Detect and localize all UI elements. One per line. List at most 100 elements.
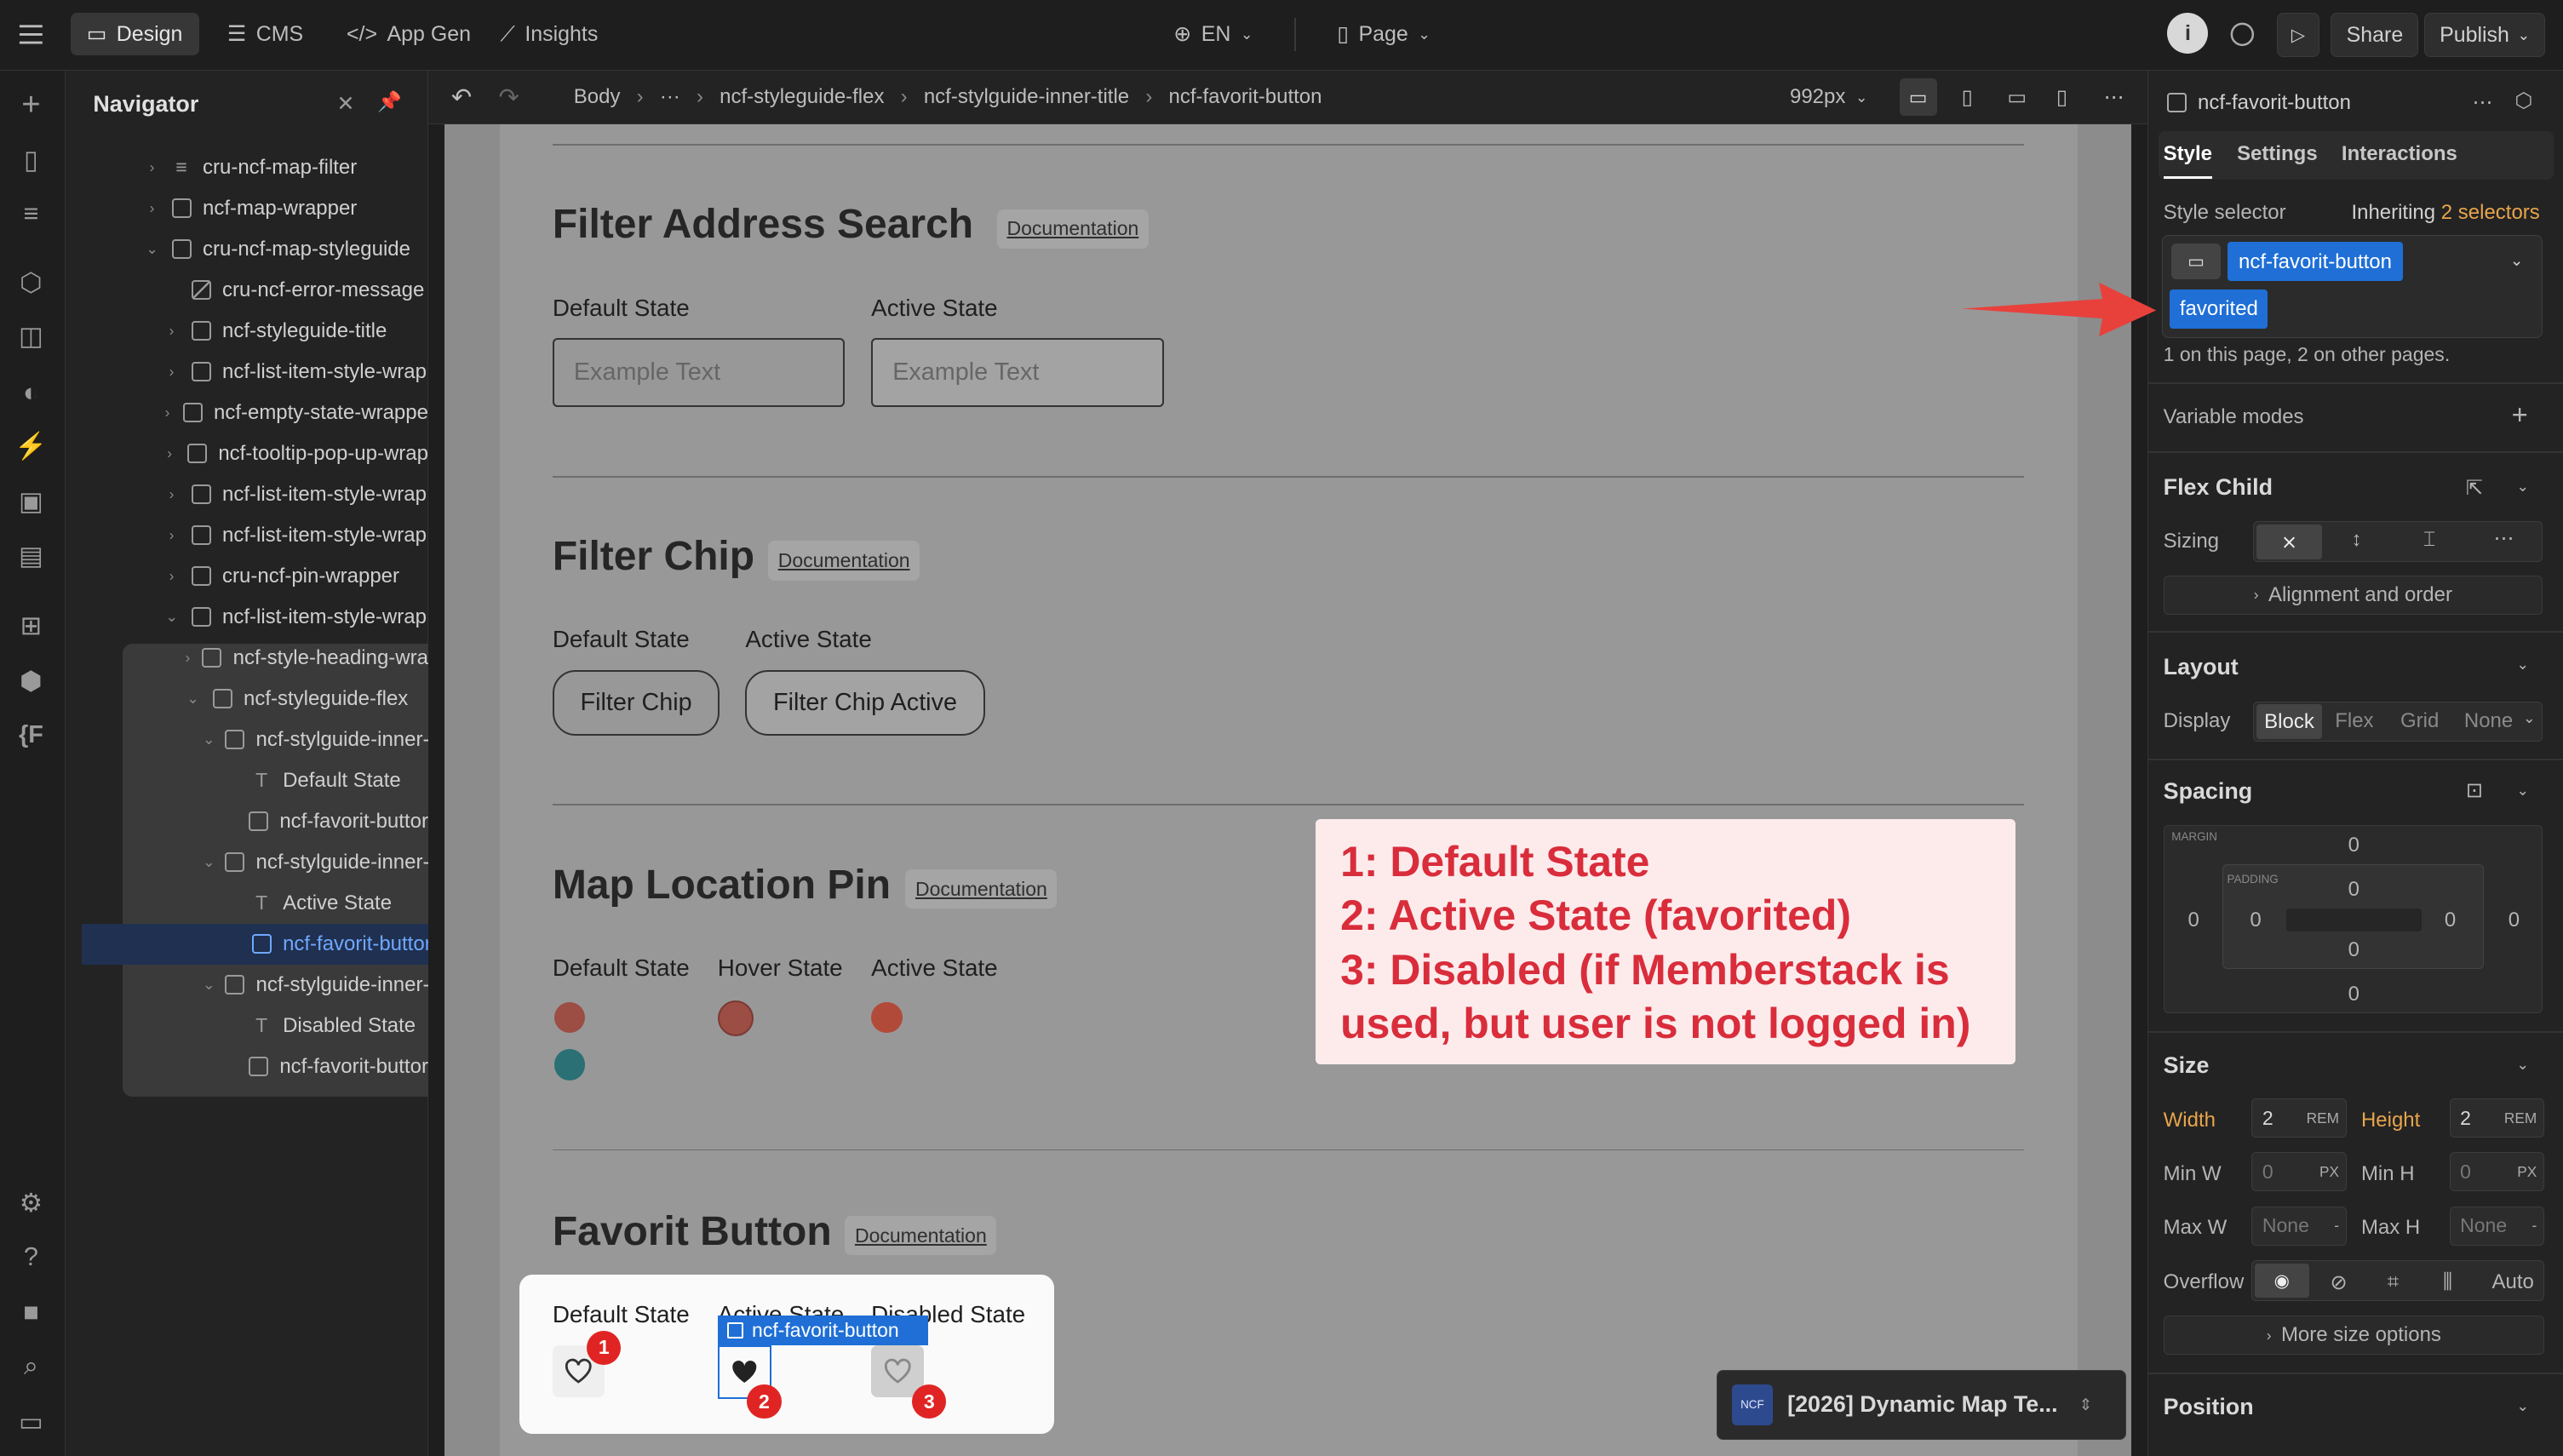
max-width-field[interactable]: None -	[2251, 1206, 2347, 1246]
phone-breakpoint-icon[interactable]: ▯	[2056, 71, 2067, 124]
navigator-item[interactable]: cru-ncf-error-message	[66, 270, 428, 311]
navigator-icon[interactable]: ≡	[13, 196, 49, 232]
max-height-field[interactable]: None -	[2449, 1206, 2544, 1246]
width-unit[interactable]: REM	[2307, 1109, 2339, 1127]
shrink-icon[interactable]: ⨯	[2256, 525, 2322, 559]
spacing-icon[interactable]: ⊡	[2466, 778, 2483, 803]
chevron-icon[interactable]: ›	[162, 567, 181, 585]
chevron-icon[interactable]: ›	[183, 649, 192, 667]
flex-child-heading[interactable]: Flex Child	[2164, 474, 2273, 501]
navigator-item[interactable]: › ncf-list-item-style-wrap	[66, 474, 428, 515]
crumb-more[interactable]: ···	[660, 85, 680, 109]
scroll-icon[interactable]: ⌗	[2388, 1270, 2400, 1294]
navigator-item[interactable]: › ncf-style-heading-wra	[66, 638, 427, 679]
navigator-item[interactable]: ncf-favorit-buttor	[66, 1046, 428, 1087]
chevron-icon[interactable]: ›	[162, 322, 181, 340]
max-width-unit[interactable]: -	[2334, 1217, 2339, 1235]
chevron-icon[interactable]: ⌄	[183, 690, 203, 708]
margin-left-value[interactable]: 0	[2187, 909, 2199, 932]
chevron-icon[interactable]: ›	[162, 404, 173, 421]
avatar[interactable]: i	[2167, 13, 2209, 54]
map-pin-default-alt[interactable]	[553, 1049, 586, 1081]
tab-app-gen[interactable]: </> App Gen	[330, 13, 487, 55]
tab-insights[interactable]: ⟋ Insights	[484, 13, 614, 55]
more-icon[interactable]: ⋯	[2493, 526, 2514, 551]
tab-style[interactable]: Style	[2163, 142, 2212, 179]
overflow-auto-option[interactable]: Auto	[2492, 1270, 2534, 1294]
min-height-field[interactable]: 0 PX	[2449, 1152, 2544, 1192]
variables-icon[interactable]: ◐	[13, 375, 49, 410]
project-badge[interactable]: NCF [2026] Dynamic Map Te... ⇕	[1716, 1369, 2127, 1441]
chevron-down-icon[interactable]: ⌄	[2516, 478, 2528, 496]
navigator-item[interactable]: › ncf-map-wrapper	[66, 188, 428, 229]
more-icon[interactable]: ⋯	[2104, 71, 2124, 124]
class-tag-combo[interactable]: favorited	[2170, 289, 2268, 329]
navigator-item[interactable]: ⌄ ncf-stylguide-inner-	[66, 719, 428, 760]
display-flex-option[interactable]: Flex	[2335, 709, 2373, 733]
page-selector[interactable]: ▯ Page ⌄	[1321, 13, 1447, 55]
chevron-icon[interactable]: ⌄	[203, 731, 215, 748]
padding-top-value[interactable]: 0	[2348, 878, 2359, 902]
chevron-down-icon[interactable]: ⌄	[2516, 782, 2528, 800]
crumb-inner-title[interactable]: ncf-stylguide-inner-title	[924, 85, 1129, 109]
assets-icon[interactable]: ▣	[13, 484, 49, 519]
navigator-item[interactable]: T Default State	[66, 760, 428, 801]
display-block-option[interactable]: Block	[2256, 704, 2322, 739]
min-width-unit[interactable]: PX	[2319, 1163, 2339, 1181]
chevron-icon[interactable]: ⌄	[203, 853, 215, 871]
max-height-unit[interactable]: -	[2532, 1217, 2537, 1235]
padding-right-value[interactable]: 0	[2445, 909, 2456, 932]
navigator-item[interactable]: › cru-ncf-pin-wrapper	[66, 556, 428, 597]
class-tag-primary[interactable]: ncf-favorit-button	[2227, 242, 2404, 282]
address-search-input-active[interactable]: Example Text	[871, 338, 1164, 407]
none-icon[interactable]: ⌶	[2423, 528, 2435, 552]
chevron-icon[interactable]: ⌄	[162, 608, 181, 626]
apps-icon[interactable]: ⊞	[13, 608, 49, 644]
chevron-icon[interactable]: ›	[142, 199, 162, 217]
add-icon[interactable]: +	[13, 86, 49, 123]
filter-chip-active[interactable]: Filter Chip Active	[745, 670, 985, 736]
navigator-item[interactable]: › ncf-list-item-style-wrap	[66, 515, 428, 556]
breakpoint-width[interactable]: 992px ⌄	[1790, 71, 1867, 124]
clip-icon[interactable]: ⫼	[2443, 1270, 2452, 1294]
chevron-icon[interactable]: ⌄	[203, 976, 215, 994]
navigator-item[interactable]: ⌄ ncf-list-item-style-wrap	[66, 597, 428, 638]
tab-interactions[interactable]: Interactions	[2342, 142, 2457, 166]
map-pin-hover[interactable]	[717, 1000, 754, 1037]
landscape-breakpoint-icon[interactable]: ▭	[2007, 71, 2027, 124]
navigator-item[interactable]: ⌄ cru-ncf-map-styleguide	[66, 229, 428, 270]
desktop-breakpoint-icon[interactable]: ▭	[1899, 78, 1937, 117]
grow-icon[interactable]: ↕	[2351, 528, 2361, 552]
chevron-icon[interactable]: ›	[162, 485, 181, 503]
navigator-item[interactable]: ncf-favorit-buttor	[81, 923, 448, 965]
tab-settings[interactable]: Settings	[2237, 142, 2318, 166]
chevron-down-icon[interactable]: ⌄	[2510, 250, 2524, 271]
navigator-item[interactable]: › ≡ cru-ncf-map-filter	[66, 147, 428, 188]
navigator-item[interactable]: T Disabled State	[66, 1006, 428, 1046]
navigator-item[interactable]: ⌄ ncf-stylguide-inner-	[66, 965, 428, 1006]
chevron-icon[interactable]: ›	[162, 363, 181, 381]
filter-chip[interactable]: Filter Chip	[552, 670, 720, 736]
library-icon[interactable]: ▤	[13, 538, 49, 574]
publish-button[interactable]: Publish ⌄	[2423, 13, 2546, 58]
padding-left-value[interactable]: 0	[2250, 909, 2261, 932]
more-icon[interactable]: ⋯	[2472, 90, 2492, 115]
chevron-down-icon[interactable]: ⌄	[2516, 656, 2528, 674]
comment-icon[interactable]	[2229, 21, 2256, 48]
share-button[interactable]: Share	[2331, 13, 2419, 58]
add-icon[interactable]: +	[2512, 398, 2528, 431]
documentation-link[interactable]: Documentation	[905, 869, 1058, 909]
width-field[interactable]: 2 REM	[2251, 1098, 2347, 1138]
alignment-button[interactable]: › Alignment and order	[2163, 575, 2543, 615]
navigator-item[interactable]: › ncf-styleguide-title	[66, 311, 428, 352]
selectors-count[interactable]: 2 selectors	[2441, 201, 2540, 224]
chevron-down-icon[interactable]: ⌄	[2516, 1056, 2528, 1074]
undo-icon[interactable]: ↶	[451, 71, 472, 124]
display-grid-option[interactable]: Grid	[2400, 709, 2439, 733]
navigator-item[interactable]: › ncf-tooltip-pop-up-wrap	[66, 433, 428, 474]
documentation-link[interactable]: Documentation	[845, 1216, 997, 1256]
tablet-breakpoint-icon[interactable]: ▯	[1962, 71, 1973, 124]
components-icon[interactable]: ⬡	[13, 265, 49, 301]
map-pin-active[interactable]	[871, 1001, 903, 1034]
chevron-down-icon[interactable]: ⌄	[2516, 1397, 2528, 1415]
